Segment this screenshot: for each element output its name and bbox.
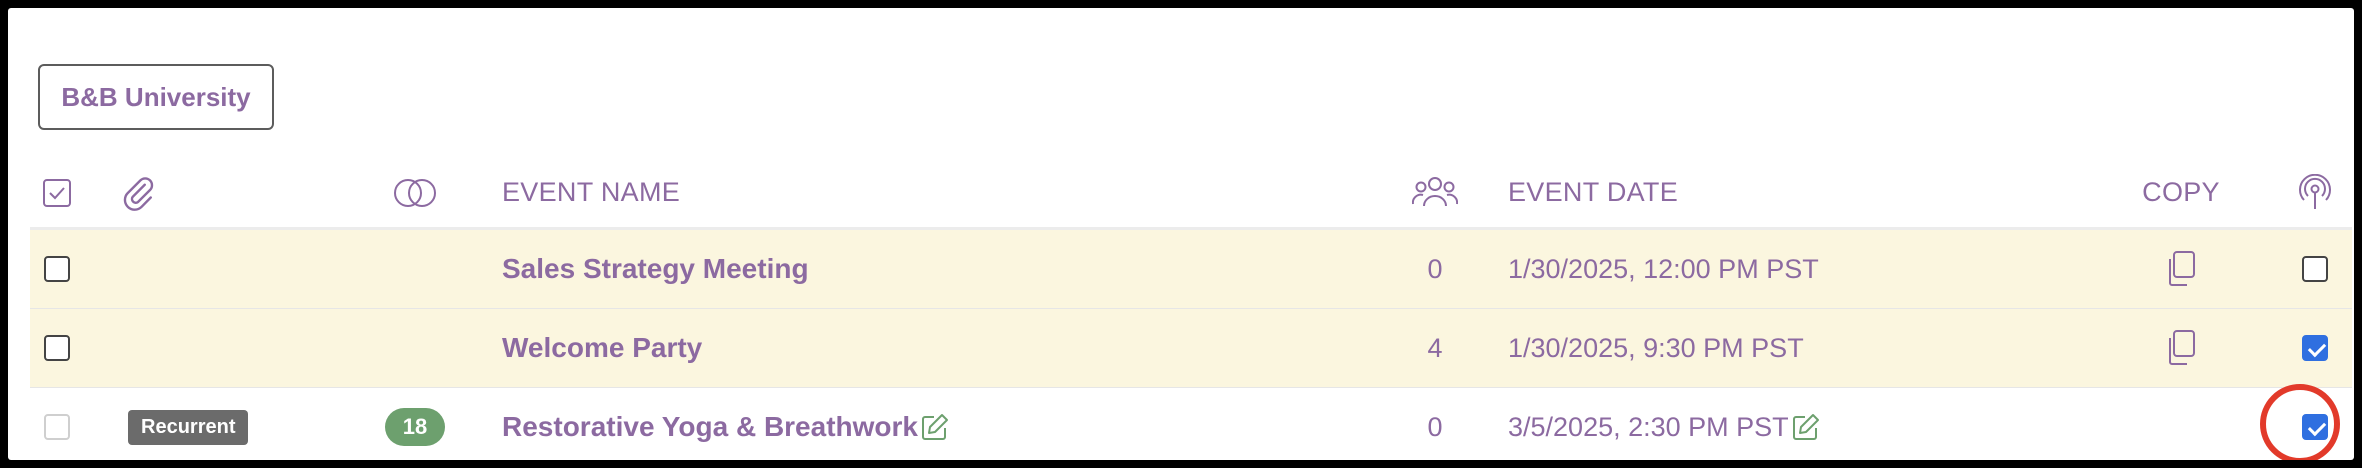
event-name-header[interactable]: EVENT NAME [502,158,1402,227]
event-name-link[interactable]: Restorative Yoga & Breathwork [502,411,918,443]
pencil-edit-icon[interactable] [920,412,950,442]
org-filter-button[interactable]: B&B University [38,64,274,130]
groups-column-header [380,158,450,227]
events-panel: B&B University EVENT NAME EVENT DATE COP… [8,8,2354,460]
pencil-edit-icon[interactable] [1791,412,1821,442]
attendee-count: 0 [1427,411,1443,442]
event-date: 1/30/2025, 12:00 PM PST [1508,253,1819,284]
occurrence-count-pill[interactable]: 18 [385,408,445,446]
event-date: 1/30/2025, 9:30 PM PST [1508,332,1804,363]
select-all-checkbox[interactable] [42,158,72,227]
copy-button[interactable] [2136,309,2226,387]
live-column-header [2290,158,2340,227]
events-table: EVENT NAME EVENT DATE COPY Sales Strateg… [30,158,2352,460]
event-name-link[interactable]: Welcome Party [502,332,702,364]
broadcast-icon [2299,173,2331,209]
recurrent-badge: Recurrent [128,409,249,445]
people-icon [1412,176,1458,206]
event-date: 3/5/2025, 2:30 PM PST [1508,411,1789,442]
row-select-checkbox [44,414,70,440]
checkbox-check-icon [43,178,71,207]
row-select-checkbox[interactable] [44,335,70,361]
table-header-row: EVENT NAME EVENT DATE COPY [30,158,2352,230]
attachment-column-header [120,158,300,227]
attendees-column-header [1400,158,1470,227]
copy-button[interactable] [2136,230,2226,308]
attendee-count: 0 [1427,253,1443,284]
live-checkbox[interactable] [2302,256,2328,282]
event-name-link[interactable]: Sales Strategy Meeting [502,253,809,285]
live-checkbox[interactable] [2302,335,2328,361]
overlapping-circles-icon [394,178,436,207]
copy-icon [2169,330,2195,365]
highlight-ring [2260,384,2340,460]
copy-icon [2169,251,2195,286]
attendee-count: 4 [1427,332,1443,363]
paperclip-icon [123,176,154,211]
table-row[interactable]: Welcome Party 4 1/30/2025, 9:30 PM PST [30,309,2352,388]
row-select-checkbox[interactable] [44,256,70,282]
table-row[interactable]: Recurrent 18 Restorative Yoga & Breathwo… [30,388,2352,460]
copy-header: COPY [2142,177,2220,207]
event-date-header[interactable]: EVENT DATE [1508,158,2108,227]
table-row[interactable]: Sales Strategy Meeting 0 1/30/2025, 12:0… [30,230,2352,309]
